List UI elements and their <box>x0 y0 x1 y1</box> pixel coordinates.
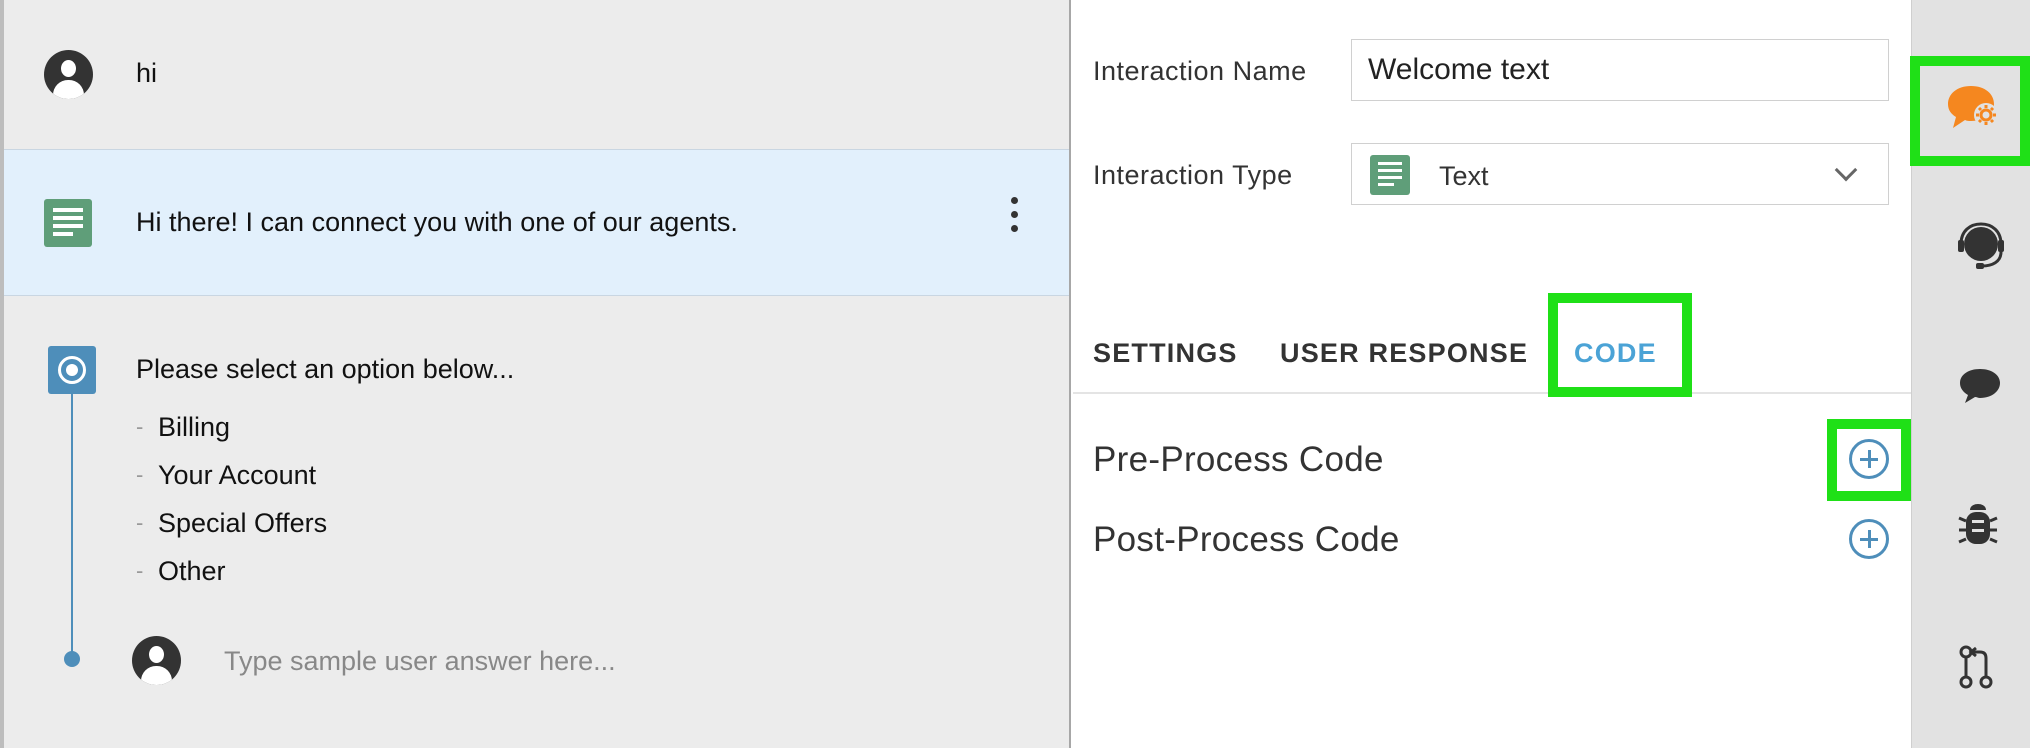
option-item: - Special Offers <box>136 508 328 538</box>
add-post-process-code-button[interactable] <box>1849 519 1889 559</box>
interaction-name-label: Interaction Name <box>1093 56 1307 86</box>
question-text: Please select an option below... <box>136 354 515 384</box>
interaction-type-label: Interaction Type <box>1093 160 1293 190</box>
sample-answer-input[interactable] <box>224 641 824 681</box>
option-item: - Other <box>136 556 226 586</box>
chevron-down-icon <box>1834 158 1858 182</box>
question-interaction-icon <box>48 346 96 394</box>
conversation-flow: hi Hi there! I can connect you with one … <box>0 0 1071 748</box>
agent-headset-icon[interactable] <box>1956 220 2006 272</box>
question-row[interactable]: Please select an option below... - Billin… <box>4 296 1069 748</box>
panel-tabs: SETTINGS USER RESPONSE CODE <box>1073 300 1911 394</box>
text-type-icon <box>1370 155 1410 195</box>
branch-merge-icon[interactable] <box>1958 644 1994 690</box>
right-toolbar <box>1911 0 2030 748</box>
user-avatar-icon <box>44 50 93 99</box>
bug-icon[interactable] <box>1956 502 2000 550</box>
pre-process-code-label: Pre-Process Code <box>1093 440 1384 479</box>
interaction-panel: Interaction Name Interaction Type Text S… <box>1073 0 1911 748</box>
bot-message-row[interactable]: Hi there! I can connect you with one of … <box>4 149 1069 296</box>
tab-user-response[interactable]: USER RESPONSE <box>1280 338 1528 369</box>
user-message-row[interactable]: hi <box>4 0 1069 149</box>
tab-code[interactable]: CODE <box>1574 338 1657 369</box>
flow-connector-line <box>71 394 73 658</box>
more-options-icon[interactable] <box>1004 197 1024 233</box>
text-interaction-icon <box>44 199 92 247</box>
chat-bubble-icon[interactable] <box>1956 365 2004 407</box>
user-message-text: hi <box>136 58 158 88</box>
post-process-code-label: Post-Process Code <box>1093 520 1400 559</box>
option-item: - Your Account <box>136 460 317 490</box>
bot-message-text: Hi there! I can connect you with one of … <box>136 207 738 237</box>
interaction-type-select[interactable]: Text <box>1351 143 1889 205</box>
interaction-name-input[interactable] <box>1351 39 1889 101</box>
chat-settings-icon[interactable] <box>1945 82 2005 138</box>
option-list: - Billing - Your Account - Special Offers -… <box>136 412 327 604</box>
tab-settings[interactable]: SETTINGS <box>1093 338 1238 369</box>
interaction-type-value: Text <box>1439 161 1489 191</box>
option-item: - Billing <box>136 412 231 442</box>
add-pre-process-code-button[interactable] <box>1849 439 1889 479</box>
sample-user-avatar-icon <box>132 636 181 685</box>
flow-connector-end <box>64 651 80 667</box>
